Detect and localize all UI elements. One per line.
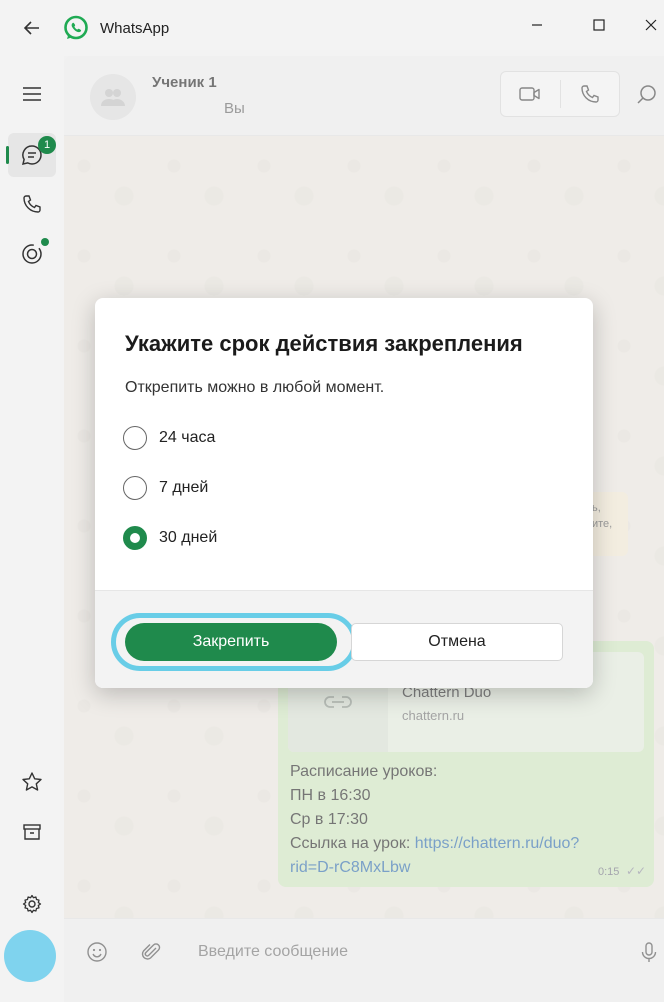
option-label: 7 дней — [159, 479, 209, 496]
dialog-footer: Закрепить Отмена — [95, 590, 593, 688]
dialog-title: Укажите срок действия закрепления — [125, 331, 523, 356]
minimize-button[interactable] — [522, 12, 552, 38]
nav-settings[interactable] — [8, 882, 56, 926]
nav-calls[interactable] — [8, 182, 56, 226]
maximize-button[interactable] — [584, 12, 614, 38]
app-title: WhatsApp — [100, 20, 170, 37]
option-24-hours[interactable]: 24 часа — [123, 423, 343, 453]
title-bar: WhatsApp — [0, 0, 664, 56]
cancel-button[interactable]: Отмена — [351, 623, 563, 661]
radio-button-checked[interactable] — [123, 526, 147, 550]
phone-icon — [23, 195, 41, 213]
pin-duration-dialog: Укажите срок действия закрепления Откреп… — [95, 298, 593, 688]
highlight-ring — [111, 613, 357, 671]
unread-badge: 1 — [38, 136, 56, 154]
radio-button[interactable] — [123, 426, 147, 450]
whatsapp-logo-icon — [63, 15, 89, 41]
nav-status[interactable] — [8, 232, 56, 276]
star-icon — [22, 772, 42, 791]
nav-archived[interactable] — [8, 810, 56, 854]
option-label: 24 часа — [159, 429, 216, 446]
nav-starred[interactable] — [8, 760, 56, 804]
back-arrow-icon[interactable] — [22, 18, 42, 38]
option-label: 30 дней — [159, 529, 218, 546]
radio-button[interactable] — [123, 476, 147, 500]
status-dot — [41, 238, 49, 246]
option-30-days[interactable]: 30 дней — [123, 523, 343, 553]
option-7-days[interactable]: 7 дней — [123, 473, 343, 503]
archive-icon — [23, 824, 41, 840]
close-window-button[interactable] — [636, 12, 664, 38]
menu-button[interactable] — [8, 72, 56, 116]
active-indicator — [6, 146, 9, 164]
gear-icon — [22, 894, 42, 914]
profile-avatar[interactable] — [4, 930, 56, 982]
dialog-description: Открепить можно в любой момент. — [125, 379, 385, 396]
status-icon — [22, 244, 42, 264]
hamburger-menu-icon — [23, 87, 41, 101]
